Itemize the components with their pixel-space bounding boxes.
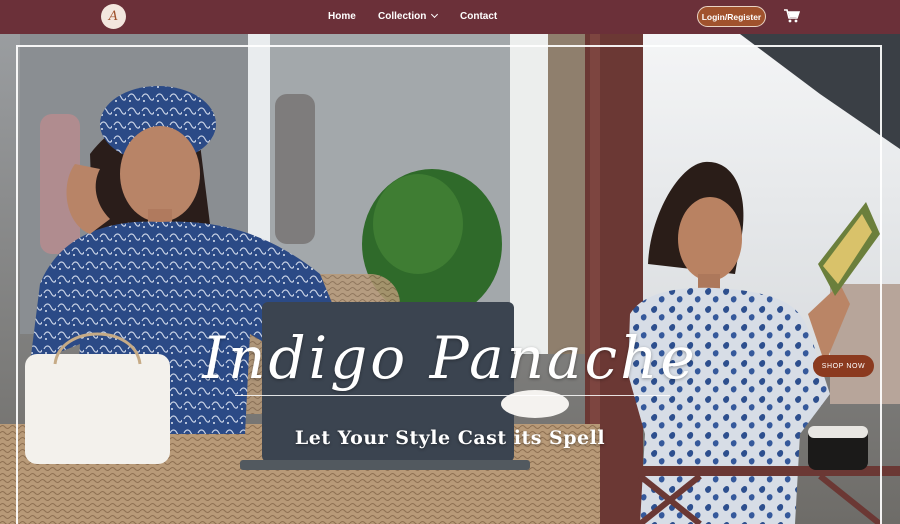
chevron-down-icon — [431, 10, 439, 19]
hero-subtitle: Let Your Style Cast its Spell — [294, 427, 606, 449]
title-underline — [235, 395, 670, 396]
hero-banner: Indigo Panache Let Your Style Cast its S… — [0, 34, 900, 524]
hero-title: Indigo Panache — [202, 324, 698, 392]
cart-icon[interactable] — [784, 9, 800, 23]
nav-home-link[interactable]: Home — [328, 11, 356, 22]
logo-letter: A — [108, 9, 119, 24]
nav-contact-link[interactable]: Contact — [460, 11, 497, 22]
nav-collection-link[interactable]: Collection — [378, 10, 439, 22]
top-navbar: A Home Collection Contact Login/Register — [0, 0, 900, 34]
brand-logo[interactable]: A — [101, 4, 126, 29]
login-register-button[interactable]: Login/Register — [697, 6, 766, 27]
hero-border-frame — [16, 45, 882, 524]
nav-collection-label: Collection — [378, 11, 427, 22]
shop-now-button[interactable]: SHOP NOW — [813, 355, 874, 377]
